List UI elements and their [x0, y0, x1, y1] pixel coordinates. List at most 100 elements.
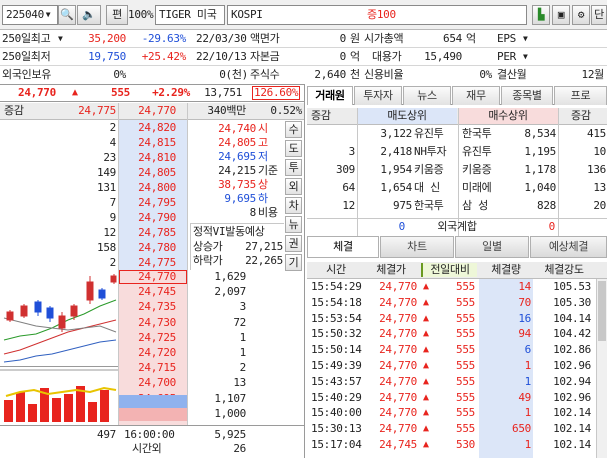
- trade-qty: 1: [524, 359, 532, 372]
- broker-sell-name[interactable]: 키움증: [414, 163, 444, 177]
- foreign-total-row: 0 외국계합 0: [307, 218, 607, 234]
- market-cap-value: 654: [443, 32, 462, 45]
- settings-icon[interactable]: ⚙: [572, 5, 590, 25]
- ask-price[interactable]: 24,795: [120, 196, 176, 210]
- broker-diff-header: 증감: [311, 109, 331, 122]
- side-button[interactable]: 기: [285, 254, 302, 271]
- per-dropdown-icon[interactable]: ▼: [523, 50, 528, 64]
- tab-expected[interactable]: 예상체결: [530, 236, 607, 258]
- side-button[interactable]: 권: [285, 235, 302, 252]
- ask-price[interactable]: 24,800: [120, 181, 176, 195]
- ask-price[interactable]: 24,805: [120, 166, 176, 180]
- trade-strength: 102.14: [553, 422, 591, 436]
- side-button[interactable]: 차: [285, 197, 302, 214]
- broker-buy-name[interactable]: 미래에: [462, 181, 492, 195]
- trade-tabs: 체결 차트 일별 예상체결: [307, 236, 607, 258]
- ask-price[interactable]: 24,810: [120, 151, 176, 165]
- side-button[interactable]: 수: [285, 121, 302, 138]
- col-time: 시간: [326, 263, 346, 276]
- broker-sell-qty: 1,954: [380, 163, 412, 176]
- trade-qty: 70: [518, 295, 531, 309]
- bid-qty: 2: [239, 361, 247, 375]
- ask-price[interactable]: 24,775: [120, 256, 176, 270]
- trade-qty: 1: [524, 374, 532, 388]
- tab-executions[interactable]: 체결: [307, 236, 379, 258]
- bid-price[interactable]: 24,730: [120, 316, 176, 330]
- ask-price[interactable]: 24,815: [120, 136, 176, 150]
- trade-scrollbar[interactable]: [596, 279, 607, 458]
- col-strength: 체결강도: [544, 263, 584, 276]
- tab-by-stock[interactable]: 종목별: [501, 86, 553, 105]
- price-change: 555: [111, 86, 130, 99]
- ask-price[interactable]: 24,785: [120, 226, 176, 240]
- trade-row: 15:50:32 24,770 ▲ 555 94 104.42: [307, 327, 596, 340]
- bid-qty: 13: [233, 376, 246, 390]
- vi-up-label: 상승가: [193, 240, 223, 253]
- tab-news[interactable]: 뉴스: [403, 86, 451, 105]
- stock-name-field[interactable]: TIGER 미국S&: [155, 5, 225, 25]
- market-cap-unit: 억: [466, 32, 476, 45]
- trade-row: 15:40:00 24,770 ▲ 555 1 102.14: [307, 406, 596, 419]
- edit-button[interactable]: 편: [106, 5, 128, 25]
- up-arrow-icon: ▲: [423, 312, 429, 324]
- stock-info-panel: 250일최고 ▼ 35,200 -29.63% 22/03/30 액면가 0 원…: [0, 30, 607, 82]
- tab-investor[interactable]: 투자자: [354, 86, 402, 105]
- broker-buy-name[interactable]: 한국투: [462, 127, 492, 141]
- code-dropdown-icon[interactable]: ▼: [40, 6, 56, 24]
- side-button[interactable]: 투: [285, 159, 302, 176]
- trade-price: 24,770: [379, 343, 417, 357]
- tab-daily[interactable]: 일별: [455, 236, 529, 258]
- par-value-label: 액면가: [250, 32, 280, 45]
- broker-buy-name[interactable]: 유진투: [462, 145, 492, 159]
- speaker-icon[interactable]: 🔈: [77, 5, 101, 25]
- side-button[interactable]: 뉴: [285, 216, 302, 233]
- tab-chart[interactable]: 차트: [380, 236, 454, 258]
- bid-highlight-2: [119, 408, 187, 421]
- period-dropdown-icon[interactable]: ▼: [58, 32, 63, 46]
- layout-icon[interactable]: ▙: [532, 5, 550, 25]
- col-change[interactable]: 전일대비: [421, 263, 477, 277]
- unit-button[interactable]: 단: [591, 5, 607, 25]
- ask-price[interactable]: 24,820: [120, 121, 176, 135]
- trade-price: 24,770: [379, 374, 417, 388]
- shares-value: 2,640: [314, 68, 346, 81]
- broker-sell-name[interactable]: NH투자: [414, 145, 447, 159]
- broker-buy-header: 매수상위: [488, 109, 528, 122]
- summary-value: 24,740: [218, 122, 256, 135]
- trade-price: 24,770: [379, 422, 417, 436]
- up-arrow-icon: ▲: [423, 360, 429, 371]
- broker-sell-name[interactable]: 한국투: [414, 199, 444, 213]
- par-value-unit: 원: [350, 32, 360, 45]
- eps-dropdown-icon[interactable]: ▼: [523, 32, 528, 46]
- bid-price[interactable]: 24,725: [120, 331, 176, 345]
- bid-price[interactable]: 24,715: [120, 361, 176, 375]
- high-250-price: 35,200: [88, 32, 126, 45]
- up-arrow-icon: ▲: [72, 87, 78, 98]
- tab-financial[interactable]: 재무: [452, 86, 500, 105]
- tab-program[interactable]: 프로: [554, 86, 607, 105]
- side-button[interactable]: 도: [285, 140, 302, 157]
- search-icon[interactable]: 🔍: [58, 5, 76, 25]
- bid-price[interactable]: 24,700: [120, 376, 176, 390]
- after-hours-value: 26: [233, 442, 246, 455]
- trade-strength: 102.94: [553, 374, 591, 388]
- ask-price[interactable]: 24,790: [120, 211, 176, 225]
- market-field: KOSPI 증100: [227, 5, 527, 25]
- bid-qty: 2,097: [214, 285, 246, 299]
- capital-unit: 억: [350, 50, 360, 63]
- broker-buy-diff: 10: [593, 145, 606, 158]
- broker-sell-name[interactable]: 대 신: [414, 181, 440, 195]
- bid-price[interactable]: 24,720: [120, 346, 176, 360]
- broker-buy-name[interactable]: 키움증: [462, 163, 492, 177]
- bid-price[interactable]: 24,745: [120, 285, 176, 299]
- broker-sell-name[interactable]: 유진투: [414, 127, 444, 141]
- side-button[interactable]: 외: [285, 178, 302, 195]
- broker-buy-name[interactable]: 삼 성: [462, 199, 488, 213]
- tab-broker[interactable]: 거래원: [307, 86, 353, 105]
- ask-price[interactable]: 24,780: [120, 241, 176, 255]
- save-icon[interactable]: ▣: [552, 5, 570, 25]
- ask-qty: 23: [103, 151, 116, 164]
- up-arrow-icon: ▲: [423, 375, 429, 387]
- bid-price[interactable]: 24,735: [120, 300, 176, 314]
- trade-time: 15:50:32: [311, 327, 362, 341]
